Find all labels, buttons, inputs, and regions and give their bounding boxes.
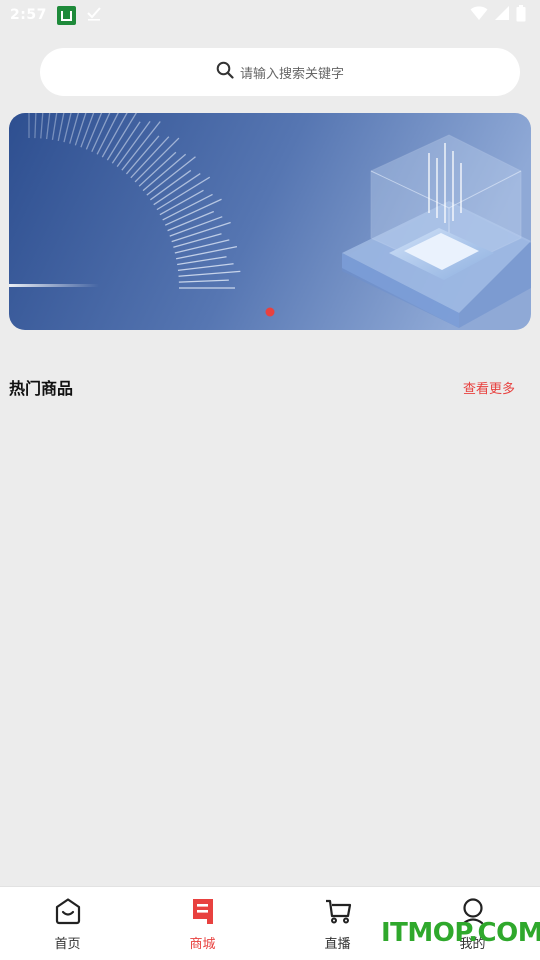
section-title: 热门商品 xyxy=(9,379,74,398)
status-left: 2:57 xyxy=(10,5,102,25)
nav-item-home[interactable]: 首页 xyxy=(0,887,135,960)
nav-label-live: 直播 xyxy=(324,937,351,952)
cart-icon xyxy=(324,897,352,929)
status-time: 2:57 xyxy=(10,7,47,23)
nav-label-home: 首页 xyxy=(54,937,81,952)
signal-icon xyxy=(494,5,510,25)
wifi-icon xyxy=(470,5,488,25)
hot-products-header: 热门商品 查看更多 xyxy=(9,372,531,402)
app-notification-icon xyxy=(56,5,76,25)
search-icon xyxy=(216,61,234,83)
search-placeholder: 请输入搜索关键字 xyxy=(239,66,344,82)
carousel-indicator-dot[interactable] xyxy=(265,307,275,317)
watermark: ITMOP.COM xyxy=(381,918,540,948)
mall-icon xyxy=(189,897,217,929)
status-right xyxy=(470,4,526,26)
home-icon xyxy=(54,897,82,929)
banner-carousel[interactable] xyxy=(9,113,531,330)
download-done-icon xyxy=(86,5,102,25)
search-bar[interactable]: 请输入搜索关键字 xyxy=(40,48,520,96)
nav-label-mall: 商城 xyxy=(189,937,216,952)
status-bar: 2:57 xyxy=(0,0,540,30)
battery-icon xyxy=(516,4,526,26)
view-more-link[interactable]: 查看更多 xyxy=(463,378,515,397)
banner-light-streak xyxy=(9,284,99,287)
nav-item-mall[interactable]: 商城 xyxy=(135,887,270,960)
